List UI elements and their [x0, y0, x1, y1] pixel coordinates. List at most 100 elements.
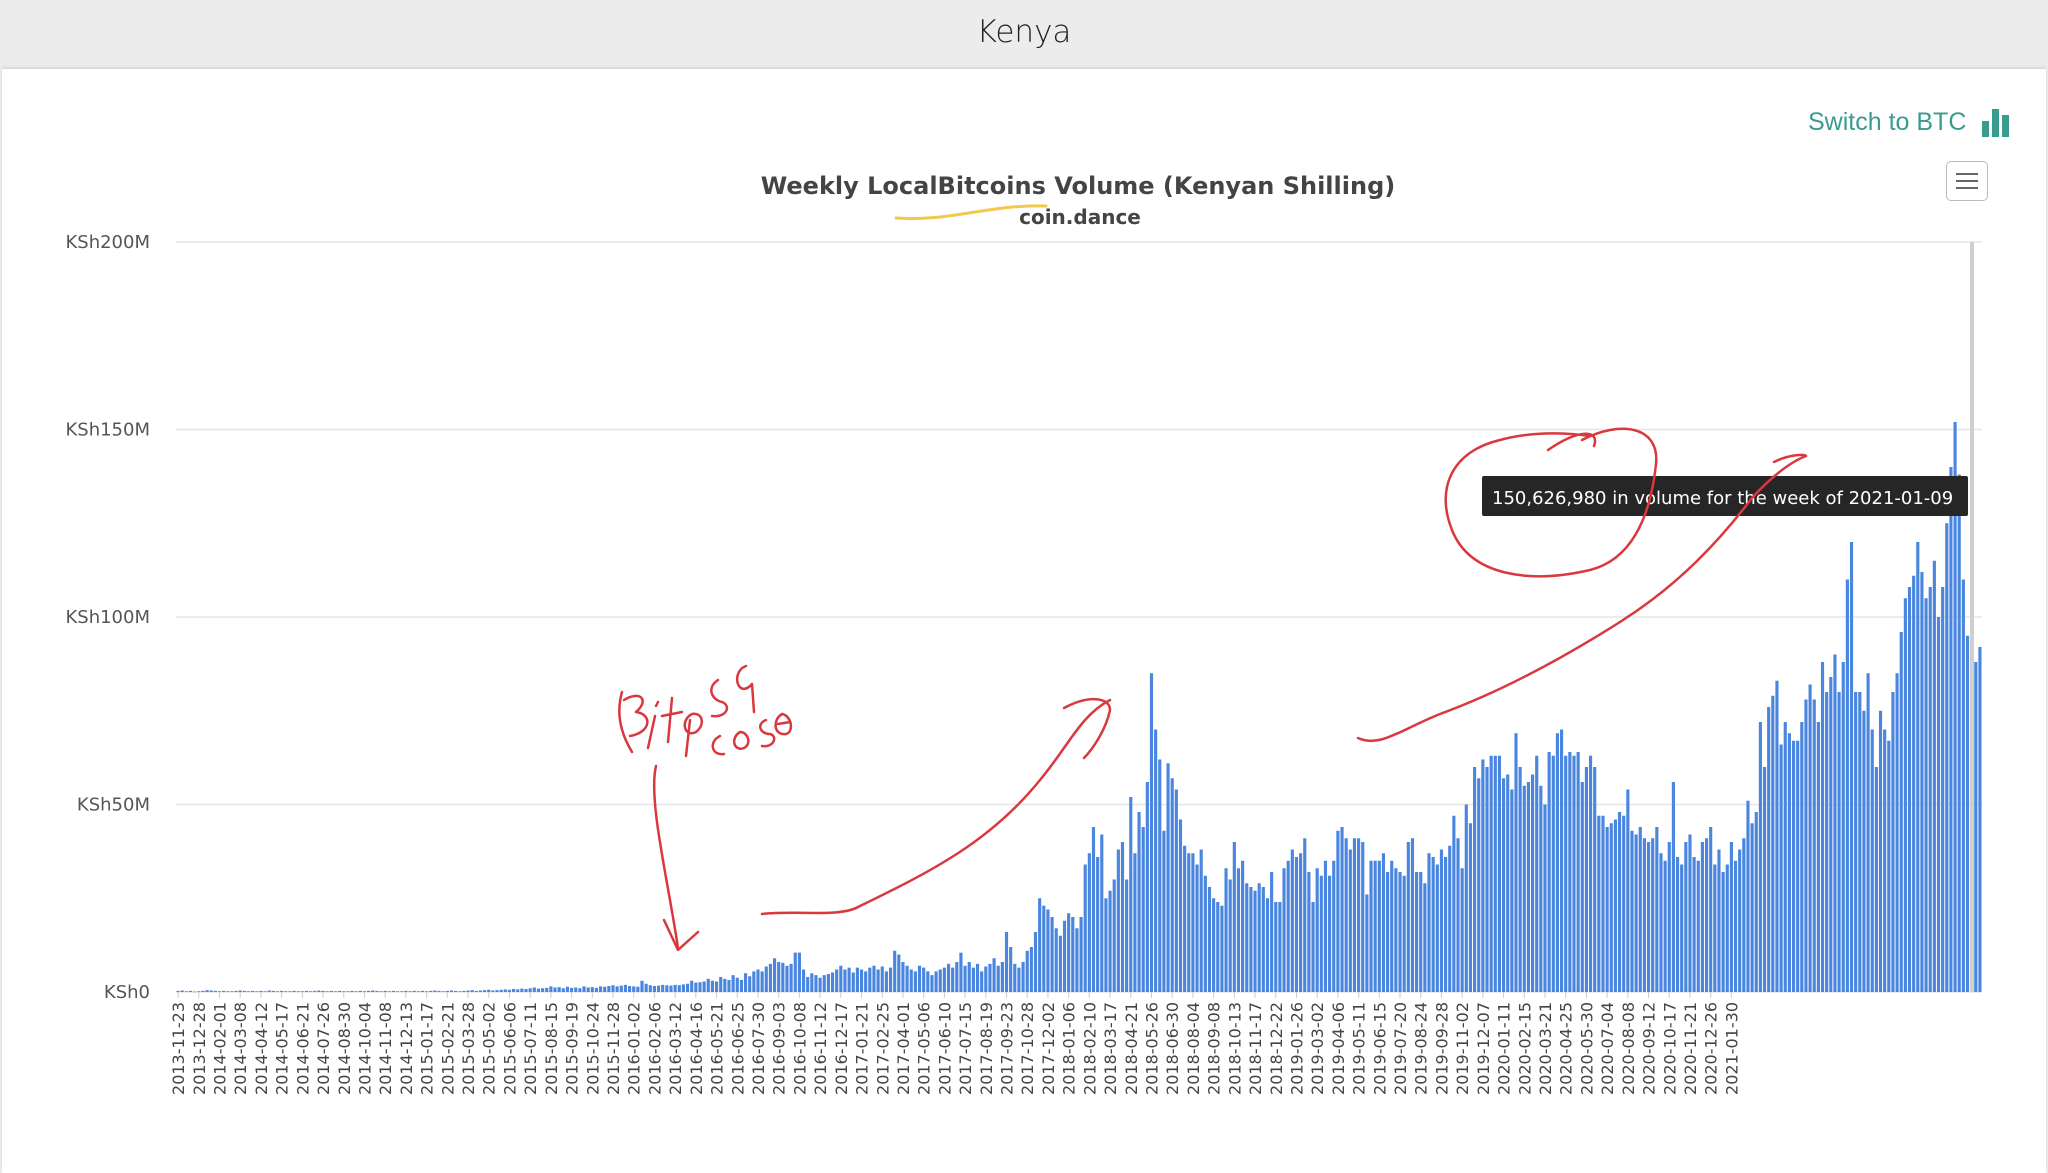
bar: [1290, 849, 1294, 992]
bar: [1009, 947, 1013, 992]
bar: [1684, 842, 1688, 992]
y-tick-label: KSh200M: [65, 232, 150, 253]
bar: [1303, 838, 1307, 992]
bar: [338, 990, 342, 993]
bar: [574, 987, 578, 992]
bar: [1617, 812, 1622, 992]
bar: [1978, 647, 1982, 992]
bar: [1895, 673, 1899, 992]
x-tick-label: 2019-09-28: [1432, 1002, 1451, 1095]
bar: [632, 986, 636, 993]
bar: [727, 980, 731, 992]
bar: [1236, 868, 1241, 992]
bar: [1145, 782, 1149, 992]
bar: [1605, 827, 1609, 992]
bar: [1725, 864, 1729, 992]
bar: [1224, 868, 1228, 992]
bar: [1468, 823, 1473, 992]
bar: [1158, 759, 1162, 992]
bar: [1195, 864, 1199, 992]
bar: [1601, 815, 1605, 992]
bar: [897, 954, 901, 992]
bar: [656, 985, 661, 993]
bar: [847, 967, 851, 993]
bar: [354, 991, 358, 992]
bar: [1837, 692, 1841, 992]
bar: [1162, 830, 1166, 992]
bar: [1961, 579, 1965, 992]
bar: [777, 962, 781, 992]
bar: [234, 990, 238, 993]
bar: [636, 986, 640, 992]
bar: [1733, 860, 1738, 992]
bar: [1767, 707, 1771, 992]
bar: [524, 989, 528, 992]
bar: [304, 990, 309, 993]
x-tick-label: 2014-05-17: [273, 1002, 292, 1095]
bar: [483, 990, 487, 993]
bar: [396, 991, 400, 992]
bar: [1377, 860, 1381, 992]
bar: [1067, 913, 1071, 992]
bar: [503, 989, 507, 993]
bar: [930, 975, 934, 993]
handwritten-note-bitpesa-case: [618, 664, 793, 758]
bar: [578, 988, 582, 992]
bar: [640, 980, 644, 992]
bar: [1506, 774, 1510, 992]
bar: [1058, 935, 1062, 992]
bar: [694, 982, 698, 993]
bar: [1390, 860, 1394, 992]
bar: [375, 990, 379, 993]
bar: [1460, 868, 1464, 992]
bar: [839, 965, 843, 992]
bar: [1535, 755, 1539, 992]
bar: [193, 991, 197, 993]
x-tick-label: 2019-08-24: [1412, 1002, 1431, 1095]
bar: [1166, 763, 1170, 992]
bar: [362, 991, 367, 992]
bar: [553, 987, 557, 992]
bar: [1646, 842, 1651, 992]
bar: [1543, 804, 1547, 992]
bar: [1965, 635, 1970, 992]
bar: [1419, 872, 1423, 992]
bar: [702, 981, 706, 992]
bar: [1398, 872, 1402, 992]
bar: [1228, 879, 1232, 992]
x-tick-label: 2020-12-26: [1702, 1002, 1721, 1095]
bar: [835, 969, 839, 992]
bar: [1125, 879, 1129, 992]
bar: [1307, 872, 1311, 992]
bar: [1820, 662, 1825, 992]
bar: [1916, 542, 1920, 992]
bar: [1274, 902, 1278, 992]
bar: [1129, 797, 1133, 992]
bar: [1108, 890, 1112, 992]
bar: [1444, 857, 1448, 992]
bar: [1062, 920, 1067, 992]
bar: [893, 950, 897, 992]
x-tick-label: 2020-09-12: [1640, 1002, 1659, 1095]
x-tick-label: 2018-06-30: [1163, 1002, 1182, 1095]
bar: [772, 958, 777, 992]
x-tick-label: 2015-10-24: [583, 1002, 602, 1095]
bar: [922, 967, 926, 993]
bar: [785, 965, 789, 992]
bar: [470, 990, 474, 993]
bar: [1622, 815, 1626, 992]
bar: [1452, 815, 1456, 992]
bar: [271, 990, 275, 993]
bar: [346, 991, 350, 992]
x-tick-label: 2016-11-12: [811, 1002, 830, 1095]
x-tick-label: 2014-10-04: [355, 1002, 374, 1095]
bar: [1489, 755, 1493, 992]
bar: [1431, 857, 1435, 992]
bar: [1315, 868, 1319, 992]
bar: [1183, 845, 1187, 992]
bar: [1174, 789, 1178, 992]
bar: [880, 966, 884, 992]
bar: [1804, 699, 1808, 992]
bar: [1667, 842, 1671, 992]
bar: [971, 967, 975, 993]
